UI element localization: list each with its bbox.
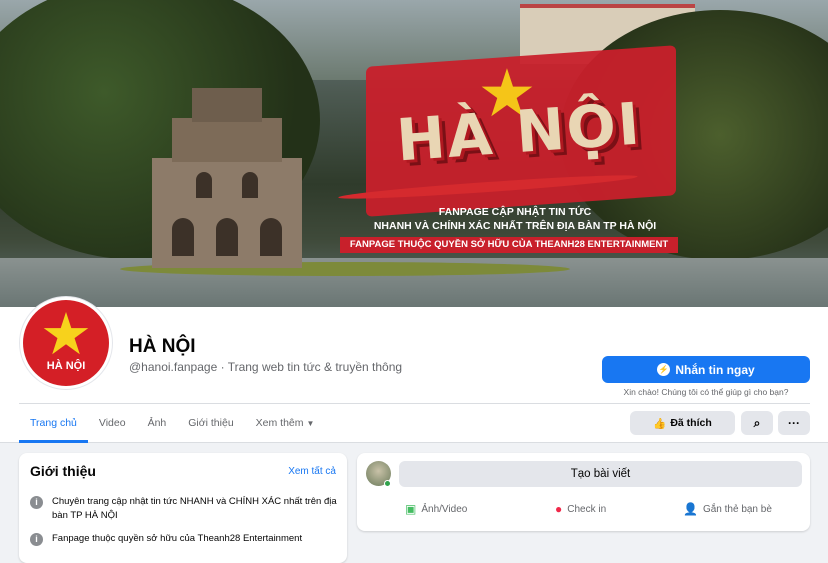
info-icon: i (30, 533, 43, 546)
page-tabs: Trang chủ Video Ảnh Giới thiệu Xem thêm ▼ (19, 405, 325, 443)
intro-item-text: Chuyên trang cập nhật tin tức NHANH và C… (52, 496, 337, 521)
caret-down-icon: ▼ (306, 419, 315, 428)
cover-ownership-strip: FANPAGE THUỘC QUYỀN SỞ HỮU CỦA THEANH28 … (340, 237, 678, 253)
page-subtitle: @hanoi.fanpage · Trang web tin tức & tru… (129, 360, 403, 374)
cover-line-1: FANPAGE CẬP NHẬT TIN TỨC (438, 206, 592, 218)
intro-card: Giới thiệu Xem tất cả i Chuyên trang cập… (19, 453, 347, 563)
intro-item: i Chuyên trang cập nhật tin tức NHANH và… (30, 495, 340, 523)
ellipsis-icon: ··· (788, 416, 800, 430)
send-message-label: Nhắn tin ngay (675, 362, 755, 377)
photo-video-label: Ảnh/Video (421, 503, 468, 515)
search-button[interactable]: ⌕ (741, 411, 773, 435)
photo-video-button[interactable]: ▣ Ảnh/Video (405, 501, 467, 517)
location-pin-icon: ● (555, 502, 563, 516)
tab-video[interactable]: Video (88, 405, 137, 443)
info-icon: i (30, 496, 43, 509)
avatar-label: HÀ NỘI (46, 360, 86, 372)
tag-friends-button[interactable]: 👤 Gắn thẻ bạn bè (683, 501, 772, 517)
header-divider (19, 403, 810, 404)
tab-home[interactable]: Trang chủ (19, 405, 88, 443)
send-message-button[interactable]: ⚡ Nhắn tin ngay (602, 356, 810, 383)
search-icon: ⌕ (753, 415, 761, 430)
page-title[interactable]: HÀ NỘI (129, 336, 196, 358)
messenger-icon: ⚡ (657, 363, 671, 376)
create-post-button[interactable]: Tạo bài viết (399, 461, 802, 487)
intro-title: Giới thiệu (30, 463, 96, 479)
thumbs-up-icon: 👍 (653, 417, 667, 430)
photo-icon: ▣ (405, 502, 417, 516)
liked-button[interactable]: 👍 Đã thích (630, 411, 735, 435)
see-all-link[interactable]: Xem tất cả (288, 466, 336, 477)
online-status-dot (384, 480, 391, 487)
post-composer: Tạo bài viết ▣ Ảnh/Video ● Check in 👤 Gắ… (357, 453, 810, 531)
tab-photos[interactable]: Ảnh (137, 405, 178, 443)
check-in-label: Check in (567, 503, 607, 515)
cover-line-2: NHANH VÀ CHÍNH XÁC NHẤT TRÊN ĐỊA BÀN TP … (373, 220, 657, 232)
liked-label: Đã thích (670, 417, 712, 429)
intro-item-text: Fanpage thuộc quyền sở hữu của Theanh28 … (52, 533, 303, 544)
avatar-star-icon: ★ (40, 302, 92, 367)
tag-friends-label: Gắn thẻ bạn bè (702, 503, 772, 515)
page-avatar[interactable]: ★ HÀ NỘI (20, 297, 112, 389)
message-hint: Xin chào! Chúng tôi có thể giúp gì cho b… (623, 387, 789, 397)
tab-more[interactable]: Xem thêm ▼ (245, 405, 326, 443)
cover-photo[interactable]: ★ HÀ NỘI FANPAGE CẬP NHẬT TIN TỨC NHANH … (0, 0, 828, 307)
page-header: ★ HÀ NỘI HÀ NỘI @hanoi.fanpage · Trang w… (0, 297, 828, 443)
intro-item: i Fanpage thuộc quyền sở hữu của Theanh2… (30, 532, 340, 546)
cover-banner: ★ HÀ NỘI FANPAGE CẬP NHẬT TIN TỨC NHANH … (332, 45, 692, 256)
tag-friends-icon: 👤 (683, 502, 698, 516)
check-in-button[interactable]: ● Check in (555, 501, 606, 517)
turtle-tower-image (152, 88, 302, 270)
tab-about[interactable]: Giới thiệu (177, 405, 244, 443)
more-options-button[interactable]: ··· (778, 411, 810, 435)
